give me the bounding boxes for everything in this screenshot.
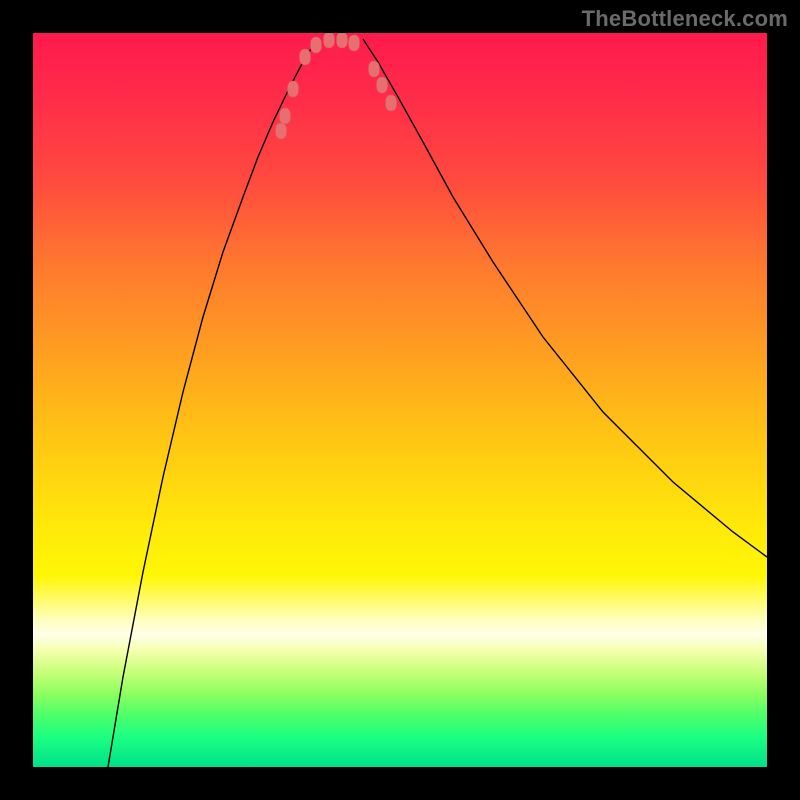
threshold-marker [386, 95, 397, 111]
threshold-marker [349, 35, 360, 51]
threshold-markers-group [276, 33, 397, 139]
threshold-marker [300, 49, 311, 65]
threshold-marker [337, 33, 348, 48]
threshold-marker [288, 81, 299, 97]
threshold-marker [324, 33, 335, 48]
threshold-marker [311, 37, 322, 53]
chart-frame: TheBottleneck.com [0, 0, 800, 800]
threshold-marker [369, 61, 380, 77]
threshold-marker [280, 108, 291, 124]
plot-area [33, 33, 767, 767]
threshold-marker [377, 77, 388, 93]
watermark-text: TheBottleneck.com [582, 6, 788, 32]
threshold-marker [276, 123, 287, 139]
chart-overlay [33, 33, 767, 767]
bottleneck-curve-left [108, 39, 318, 767]
bottleneck-curve-right [363, 39, 767, 557]
